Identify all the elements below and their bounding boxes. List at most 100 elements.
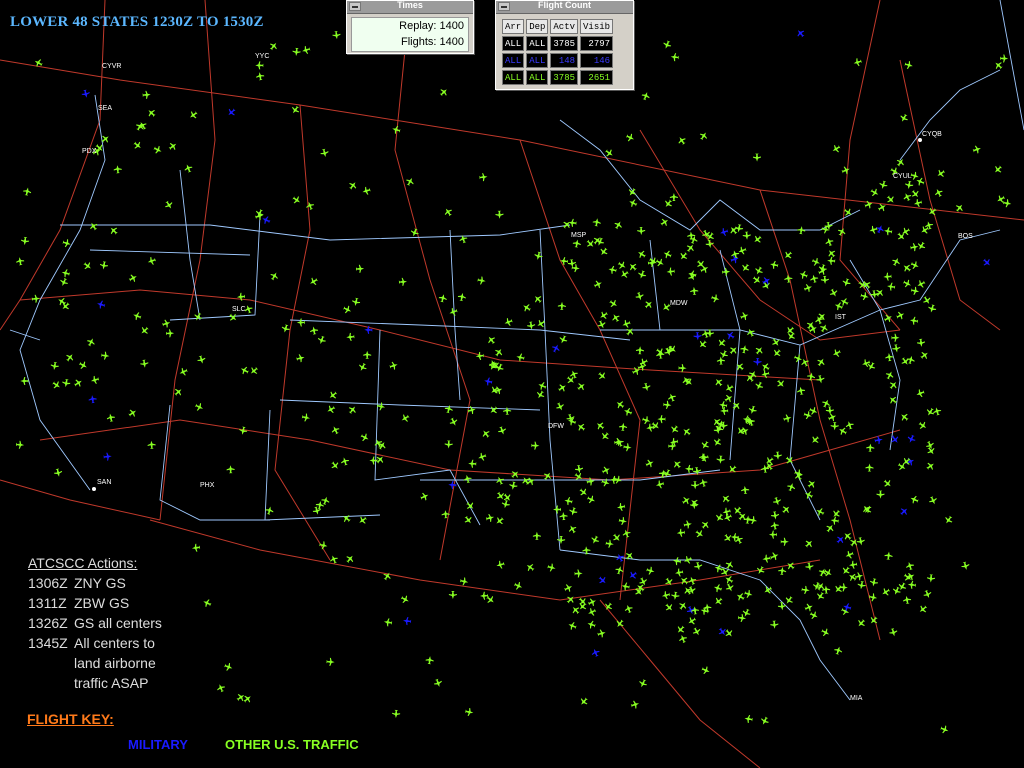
aircraft-icon: [805, 491, 813, 499]
aircraft-icon: [688, 617, 697, 625]
aircraft-icon: [844, 533, 852, 541]
aircraft-icon: [179, 367, 188, 376]
aircraft-icon: [754, 235, 762, 243]
airport-label: SAN: [97, 479, 111, 486]
action-continuation: land airborne: [74, 655, 156, 671]
aircraft-icon: [444, 440, 453, 449]
aircraft-icon: [568, 525, 577, 534]
aircraft-icon: [630, 700, 640, 709]
flight-count-window[interactable]: Flight Count Arr Dep Actv Visib ALL ALL 37…: [495, 0, 634, 90]
aircraft-icon: [870, 188, 879, 197]
aircraft-icon: [600, 247, 608, 255]
aircraft-icon: [762, 363, 770, 371]
aircraft-icon: [645, 459, 654, 468]
aircraft-icon: [716, 455, 725, 464]
flight-count-row[interactable]: ALL ALL 3785 2651: [502, 70, 614, 85]
aircraft-icon: [701, 521, 709, 529]
state-line: [60, 224, 571, 241]
aircraft-icon: [665, 577, 673, 586]
times-window[interactable]: Times Replay: 1400 Flights: 1400: [346, 0, 474, 54]
aircraft-icon: [669, 437, 679, 446]
aircraft-icon: [444, 405, 453, 414]
flight-count-row[interactable]: ALL ALL 148 146: [502, 53, 614, 68]
aircraft-icon: [537, 390, 545, 399]
aircraft-icon: [332, 31, 341, 40]
aircraft-icon: [883, 272, 892, 281]
aircraft-icon: [724, 394, 733, 403]
aircraft-icon: [482, 430, 490, 438]
aircraft-icon: [128, 274, 137, 283]
airport-dot: [918, 138, 922, 142]
aircraft-icon: [638, 270, 647, 279]
aircraft-icon: [306, 201, 315, 210]
count-cell-dep: ALL: [526, 36, 549, 51]
times-titlebar[interactable]: Times: [347, 0, 473, 14]
flight-count-titlebar[interactable]: Flight Count: [496, 0, 633, 14]
aircraft-icon: [616, 401, 625, 409]
aircraft-icon: [891, 333, 900, 342]
aircraft-icon: [719, 401, 728, 410]
center-boundary-line: [0, 479, 161, 521]
aircraft-icon: [400, 595, 409, 604]
aircraft-icon: [557, 301, 566, 310]
aircraft-icon: [15, 440, 25, 449]
aircraft-icon: [676, 528, 685, 537]
aircraft-icon: [925, 221, 934, 230]
aircraft-icon: [148, 110, 156, 117]
aircraft-icon: [715, 379, 723, 387]
aircraft-icon: [558, 384, 566, 392]
flight-count-row[interactable]: ALL ALL 3785 2797: [502, 36, 614, 51]
aircraft-icon: [842, 566, 850, 574]
aircraft-icon: [679, 634, 687, 644]
aircraft-icon: [935, 189, 943, 197]
flight-count-title: Flight Count: [538, 0, 591, 10]
aircraft-icon: [619, 422, 628, 431]
aircraft-icon: [845, 421, 854, 430]
aircraft-icon: [911, 189, 919, 198]
aircraft-icon: [892, 344, 901, 353]
aircraft-icon: [228, 108, 236, 116]
aircraft-icon: [665, 345, 674, 355]
aircraft-icon: [670, 53, 679, 62]
aircraft-icon: [556, 402, 564, 411]
count-cell-actv: 148: [550, 53, 579, 68]
aircraft-icon: [320, 148, 329, 157]
aircraft-icon: [577, 423, 586, 431]
aircraft-icon: [817, 591, 825, 600]
col-arr: Arr: [502, 19, 525, 34]
aircraft-icon: [761, 370, 770, 379]
aircraft-icon: [618, 516, 627, 526]
aircraft-icon: [617, 261, 626, 269]
flights-label: Flights:: [400, 36, 437, 48]
aircraft-icon: [568, 218, 577, 227]
aircraft-icon: [490, 406, 498, 414]
airport-dot: [92, 487, 96, 491]
aircraft-icon: [752, 276, 761, 284]
aircraft-icon: [296, 318, 305, 327]
aircraft-icon: [580, 697, 588, 705]
aircraft-icon: [820, 324, 828, 333]
aircraft-icon: [663, 40, 672, 49]
aircraft-icon: [468, 459, 477, 468]
aircraft-icon: [504, 318, 513, 326]
aircraft-icon: [690, 286, 699, 295]
aircraft-icon: [671, 591, 680, 600]
aircraft-icon: [668, 442, 677, 451]
col-actv: Actv: [550, 19, 579, 34]
aircraft-icon: [889, 628, 898, 637]
aircraft-icon: [685, 464, 694, 473]
aircraft-icon: [140, 359, 149, 368]
aircraft-icon: [785, 596, 793, 604]
airport-label: IST: [835, 314, 847, 321]
aircraft-icon: [879, 180, 888, 189]
aircraft-icon: [887, 282, 896, 291]
aircraft-icon: [60, 277, 68, 286]
aircraft-icon: [870, 616, 878, 624]
aircraft-icon: [817, 358, 825, 367]
aircraft-icon: [302, 45, 311, 54]
aircraft-icon: [281, 324, 290, 333]
center-boundary-line: [519, 139, 641, 601]
aircraft-icon: [720, 406, 729, 415]
actions-header: ATCSCC Actions:: [28, 555, 138, 571]
aircraft-icon: [665, 603, 673, 611]
